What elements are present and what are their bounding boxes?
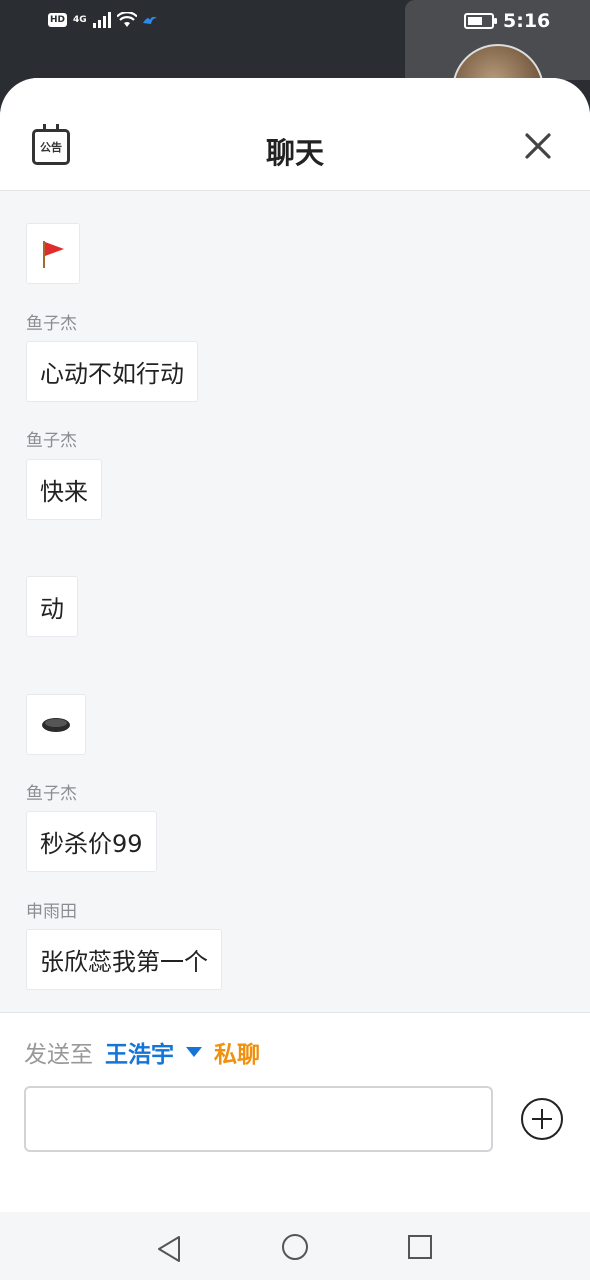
message-list[interactable]: 鱼子杰 心动不如行动 鱼子杰 快来 动 鱼子杰 秒杀价99 申雨田 张欣蕊我第一…	[0, 192, 590, 1012]
chat-header: 公告 聊天	[0, 78, 590, 191]
flag-icon	[43, 240, 64, 268]
send-to-label: 发送至	[24, 1042, 93, 1068]
recipient-selector[interactable]: 王浩宇	[105, 1035, 174, 1069]
wifi-icon	[116, 12, 137, 27]
bird-icon	[142, 16, 157, 24]
message-bubble[interactable]: 心动不如行动	[26, 341, 198, 402]
add-icon[interactable]	[521, 1098, 563, 1140]
hd-badge: HD	[48, 13, 68, 27]
chat-sheet: 公告 聊天 鱼子杰 心动不如行动 鱼子杰 快来 动 鱼子杰 秒杀价99 申雨田 …	[0, 78, 590, 1280]
network-type: 4G	[73, 15, 87, 25]
system-nav-bar	[0, 1214, 590, 1280]
send-to-row: 发送至 王浩宇 私聊	[24, 1035, 260, 1069]
message-bubble[interactable]: 秒杀价99	[26, 811, 157, 872]
message-bubble[interactable]	[26, 223, 80, 284]
chat-mode: 私聊	[214, 1042, 260, 1068]
status-bar: HD 4G 5:16	[0, 0, 590, 136]
message-input[interactable]	[24, 1086, 493, 1152]
chevron-down-icon[interactable]	[186, 1047, 202, 1057]
composer: 发送至 王浩宇 私聊	[0, 1012, 590, 1212]
close-icon[interactable]	[522, 130, 554, 162]
recents-icon[interactable]	[408, 1235, 432, 1259]
message-bubble[interactable]: 动	[26, 576, 78, 637]
message-bubble[interactable]: 张欣蕊我第一个	[26, 929, 222, 990]
message-sender: 鱼子杰	[26, 431, 77, 451]
message-sender: 申雨田	[26, 902, 77, 922]
message-sender: 鱼子杰	[26, 784, 77, 804]
back-icon[interactable]	[156, 1235, 182, 1263]
message-bubble[interactable]: 快来	[26, 459, 102, 520]
clock: 5:16	[503, 10, 551, 32]
hole-icon	[42, 717, 70, 732]
message-sender: 鱼子杰	[26, 314, 77, 334]
message-bubble[interactable]	[26, 694, 86, 755]
page-title: 聊天	[265, 136, 324, 170]
home-icon[interactable]	[282, 1234, 308, 1260]
battery-icon	[464, 13, 497, 29]
signal-icon	[92, 12, 111, 28]
status-indicators: HD 4G	[48, 12, 157, 28]
